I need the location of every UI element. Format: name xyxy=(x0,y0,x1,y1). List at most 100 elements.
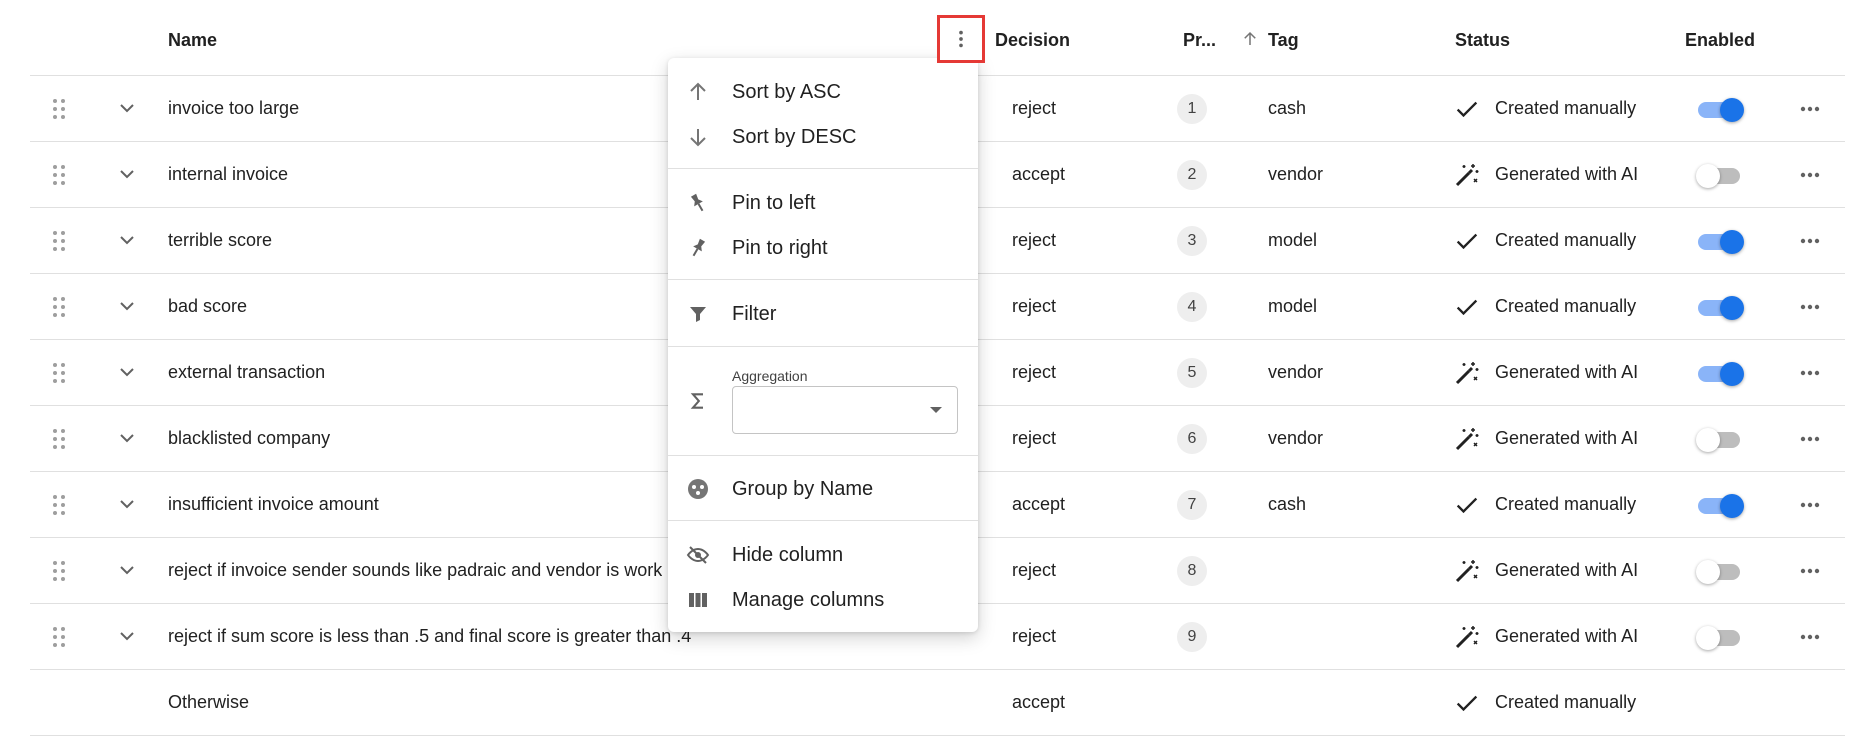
drag-handle-icon[interactable] xyxy=(52,230,66,252)
status-label: Created manually xyxy=(1495,296,1637,316)
column-header-priority[interactable]: Pr... xyxy=(1183,0,1256,75)
drag-handle-icon[interactable] xyxy=(52,560,66,582)
menu-item-pin-right[interactable]: Pin to right xyxy=(668,226,978,270)
drag-handle-icon[interactable] xyxy=(52,626,66,648)
sort-ascending-icon[interactable] xyxy=(1241,30,1259,48)
chevron-down-icon[interactable] xyxy=(115,426,139,450)
more-horizontal-icon[interactable] xyxy=(1797,558,1823,584)
rule-name: blacklisted company xyxy=(168,428,331,448)
rule-decision: reject xyxy=(1012,428,1057,448)
status-label: Generated with AI xyxy=(1495,362,1639,382)
menu-item-pin-right-label: Pin to right xyxy=(732,236,828,259)
chevron-down-icon[interactable] xyxy=(115,96,139,120)
drag-handle-icon[interactable] xyxy=(52,494,66,516)
rule-decision: reject xyxy=(1012,98,1057,118)
aggregation-select[interactable] xyxy=(732,386,958,434)
more-horizontal-icon[interactable] xyxy=(1797,162,1823,188)
status: Created manually xyxy=(1453,274,1636,339)
priority-badge: 4 xyxy=(1177,292,1207,322)
chevron-down-icon[interactable] xyxy=(115,162,139,186)
rule-decision: reject xyxy=(1012,230,1057,250)
magic-wand-icon xyxy=(1453,425,1481,453)
enabled-toggle[interactable] xyxy=(1696,294,1744,320)
menu-item-filter[interactable]: Filter xyxy=(668,292,978,336)
chevron-down-icon[interactable] xyxy=(115,624,139,648)
menu-item-pin-left[interactable]: Pin to left xyxy=(668,181,978,225)
menu-item-manage-columns[interactable]: Manage columns xyxy=(668,578,978,622)
more-horizontal-icon[interactable] xyxy=(1797,360,1823,386)
rule-name: reject if sum score is less than .5 and … xyxy=(168,626,692,646)
enabled-toggle[interactable] xyxy=(1696,426,1744,452)
rule-tag: cash xyxy=(1268,494,1307,514)
enabled-toggle[interactable] xyxy=(1696,624,1744,650)
priority-badge: 2 xyxy=(1177,160,1207,190)
menu-item-sort-desc-label: Sort by DESC xyxy=(732,125,857,148)
rule-name: reject if invoice sender sounds like pad… xyxy=(168,560,663,580)
menu-divider xyxy=(668,455,978,456)
magic-wand-icon xyxy=(1453,623,1481,651)
status-label: Generated with AI xyxy=(1495,164,1639,184)
menu-item-manage-columns-label: Manage columns xyxy=(732,588,885,611)
aggregation-label: Aggregation xyxy=(732,368,808,384)
column-header-tag[interactable]: Tag xyxy=(1268,0,1299,75)
more-horizontal-icon[interactable] xyxy=(1797,492,1823,518)
rule-tag: cash xyxy=(1268,98,1307,118)
rule-decision: reject xyxy=(1012,296,1057,316)
otherwise-row: Otherwise accept Created manually xyxy=(30,670,1845,736)
column-header-decision[interactable]: Decision xyxy=(995,0,1070,75)
status-label: Generated with AI xyxy=(1495,626,1639,646)
enabled-toggle[interactable] xyxy=(1696,228,1744,254)
column-menu: Sort by ASC Sort by DESC Pin to left Pin… xyxy=(668,58,978,632)
status: Generated with AI xyxy=(1453,142,1638,207)
check-icon xyxy=(1456,695,1478,711)
more-horizontal-icon[interactable] xyxy=(1797,426,1823,452)
more-horizontal-icon[interactable] xyxy=(1797,294,1823,320)
otherwise-status: Created manually xyxy=(1453,670,1636,735)
column-header-name[interactable]: Name xyxy=(168,0,217,75)
magic-wand-icon xyxy=(1453,557,1481,585)
more-horizontal-icon[interactable] xyxy=(1797,96,1823,122)
status-label: Created manually xyxy=(1495,230,1637,250)
chevron-down-icon[interactable] xyxy=(115,492,139,516)
more-horizontal-icon[interactable] xyxy=(1797,228,1823,254)
menu-item-sort-asc[interactable]: Sort by ASC xyxy=(668,70,978,114)
chevron-down-icon[interactable] xyxy=(115,228,139,252)
pin-icon xyxy=(690,193,704,212)
sigma-icon xyxy=(690,393,703,409)
otherwise-status-label: Created manually xyxy=(1495,692,1637,712)
rule-name: external transaction xyxy=(168,362,326,382)
chevron-down-icon[interactable] xyxy=(115,360,139,384)
check-icon xyxy=(1453,293,1481,321)
enabled-toggle[interactable] xyxy=(1696,162,1744,188)
enabled-toggle[interactable] xyxy=(1696,558,1744,584)
column-header-status[interactable]: Status xyxy=(1455,0,1510,75)
pin-icon xyxy=(692,238,706,257)
more-horizontal-icon[interactable] xyxy=(1797,624,1823,650)
check-icon xyxy=(1453,227,1481,255)
drag-handle-icon[interactable] xyxy=(52,428,66,450)
status-label: Created manually xyxy=(1495,98,1637,118)
check-icon xyxy=(1453,491,1481,519)
chevron-down-icon[interactable] xyxy=(115,294,139,318)
drag-handle-icon[interactable] xyxy=(52,296,66,318)
status: Created manually xyxy=(1453,76,1636,141)
chevron-down-icon[interactable] xyxy=(115,558,139,582)
rule-name: bad score xyxy=(168,296,248,316)
enabled-toggle[interactable] xyxy=(1696,96,1744,122)
priority-badge: 6 xyxy=(1177,424,1207,454)
drag-handle-icon[interactable] xyxy=(52,362,66,384)
column-header-enabled[interactable]: Enabled xyxy=(1685,0,1755,75)
menu-item-hide-column[interactable]: Hide column xyxy=(668,533,978,577)
rule-decision: reject xyxy=(1012,362,1057,382)
drag-handle-icon[interactable] xyxy=(52,164,66,186)
drag-handle-icon[interactable] xyxy=(52,98,66,120)
enabled-toggle[interactable] xyxy=(1696,492,1744,518)
status: Created manually xyxy=(1453,472,1636,537)
enabled-toggle[interactable] xyxy=(1696,360,1744,386)
rule-decision: reject xyxy=(1012,626,1057,646)
priority-badge: 3 xyxy=(1177,226,1207,256)
menu-item-sort-desc[interactable]: Sort by DESC xyxy=(668,115,978,159)
status-label: Created manually xyxy=(1495,494,1637,514)
menu-item-group-by[interactable]: Group by Name xyxy=(668,467,978,511)
column-menu-button[interactable] xyxy=(937,15,985,63)
